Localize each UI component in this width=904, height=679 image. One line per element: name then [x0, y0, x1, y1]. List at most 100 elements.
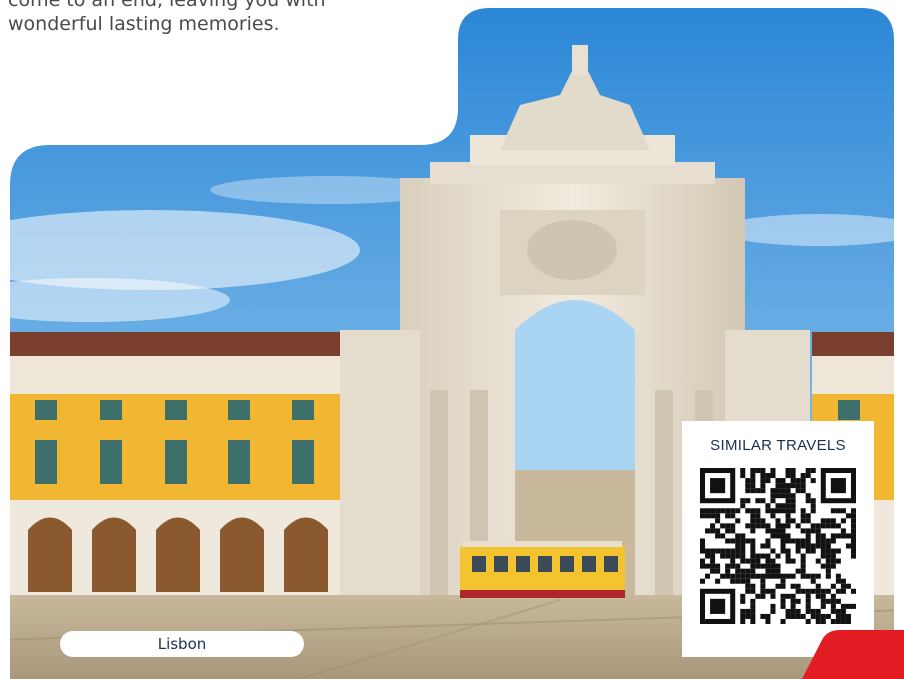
- qr-module: [825, 598, 831, 604]
- qr-module: [750, 488, 756, 494]
- qr-module: [780, 508, 786, 514]
- qr-module: [795, 483, 801, 489]
- qr-module: [755, 593, 761, 599]
- qr-module: [715, 533, 721, 539]
- qr-module: [780, 548, 786, 554]
- qr-module: [760, 498, 766, 504]
- qr-module: [770, 488, 776, 494]
- qr-module: [715, 548, 721, 554]
- qr-module: [765, 473, 771, 479]
- qr-module: [740, 573, 746, 579]
- qr-module: [795, 598, 801, 604]
- qr-module: [720, 523, 726, 529]
- qr-module: [800, 478, 806, 484]
- qr-module: [755, 523, 761, 529]
- qr-module: [735, 548, 741, 554]
- qr-module: [795, 583, 801, 589]
- qr-module: [825, 588, 831, 594]
- qr-module: [805, 493, 811, 499]
- qr-module: [735, 568, 741, 574]
- location-label: Lisbon: [60, 631, 304, 657]
- qr-module: [700, 513, 706, 519]
- qr-module: [780, 493, 786, 499]
- qr-module: [765, 613, 771, 619]
- qr-module: [760, 613, 766, 619]
- left-building-roof: [10, 332, 345, 358]
- qr-module: [710, 513, 716, 519]
- qr-module: [705, 528, 711, 534]
- qr-module: [775, 563, 781, 569]
- qr-module: [745, 608, 751, 614]
- qr-module: [790, 478, 796, 484]
- qr-module: [830, 583, 836, 589]
- qr-module: [710, 478, 726, 494]
- qr-module: [725, 508, 731, 514]
- qr-module: [760, 563, 766, 569]
- qr-module: [750, 538, 756, 544]
- qr-module: [755, 563, 761, 569]
- qr-module: [715, 508, 721, 514]
- qr-module: [810, 588, 816, 594]
- qr-module: [820, 553, 826, 559]
- qr-module: [760, 518, 766, 524]
- qr-module: [700, 543, 706, 549]
- qr-module: [795, 488, 801, 494]
- qr-module: [725, 523, 731, 529]
- qr-module: [760, 483, 766, 489]
- qr-module: [770, 498, 776, 504]
- qr-code-icon[interactable]: [700, 468, 856, 624]
- qr-module: [770, 593, 776, 599]
- qr-module: [775, 483, 781, 489]
- qr-module: [795, 478, 801, 484]
- qr-module: [700, 538, 706, 544]
- qr-module: [705, 573, 711, 579]
- qr-module: [750, 603, 756, 609]
- qr-module: [845, 613, 851, 619]
- qr-module: [815, 528, 821, 534]
- qr-module: [745, 488, 751, 494]
- qr-module: [825, 573, 831, 579]
- qr-module: [755, 488, 761, 494]
- qr-module: [765, 558, 771, 564]
- qr-module: [710, 528, 716, 534]
- qr-module: [805, 498, 811, 504]
- qr-module: [785, 473, 791, 479]
- qr-module: [760, 583, 766, 589]
- qr-module: [805, 618, 811, 624]
- qr-module: [720, 533, 726, 539]
- qr-module: [785, 488, 791, 494]
- qr-module: [785, 553, 791, 559]
- qr-module: [825, 538, 831, 544]
- qr-module: [750, 483, 756, 489]
- qr-module: [845, 513, 851, 519]
- qr-module: [785, 493, 791, 499]
- qr-module: [810, 468, 816, 474]
- qr-module: [805, 543, 811, 549]
- qr-module: [830, 548, 836, 554]
- similar-travels-panel[interactable]: SIMILAR TRAVELS: [682, 421, 874, 657]
- qr-module: [770, 528, 776, 534]
- qr-module: [795, 543, 801, 549]
- qr-module: [835, 618, 841, 624]
- qr-module: [765, 563, 771, 569]
- qr-module: [770, 608, 776, 614]
- qr-module: [785, 498, 791, 504]
- qr-module: [775, 533, 781, 539]
- qr-module: [810, 543, 816, 549]
- qr-module: [820, 618, 826, 624]
- qr-module: [715, 578, 721, 584]
- qr-module: [730, 508, 736, 514]
- qr-module: [845, 618, 851, 624]
- qr-module: [825, 523, 831, 529]
- qr-module: [740, 538, 746, 544]
- qr-module: [815, 538, 821, 544]
- qr-module: [740, 598, 746, 604]
- qr-module: [740, 553, 746, 559]
- qr-module: [820, 518, 826, 524]
- qr-module: [760, 488, 766, 494]
- qr-module: [805, 608, 811, 614]
- qr-module: [805, 518, 811, 524]
- qr-module: [750, 528, 756, 534]
- qr-module: [710, 523, 716, 529]
- qr-module: [735, 543, 741, 549]
